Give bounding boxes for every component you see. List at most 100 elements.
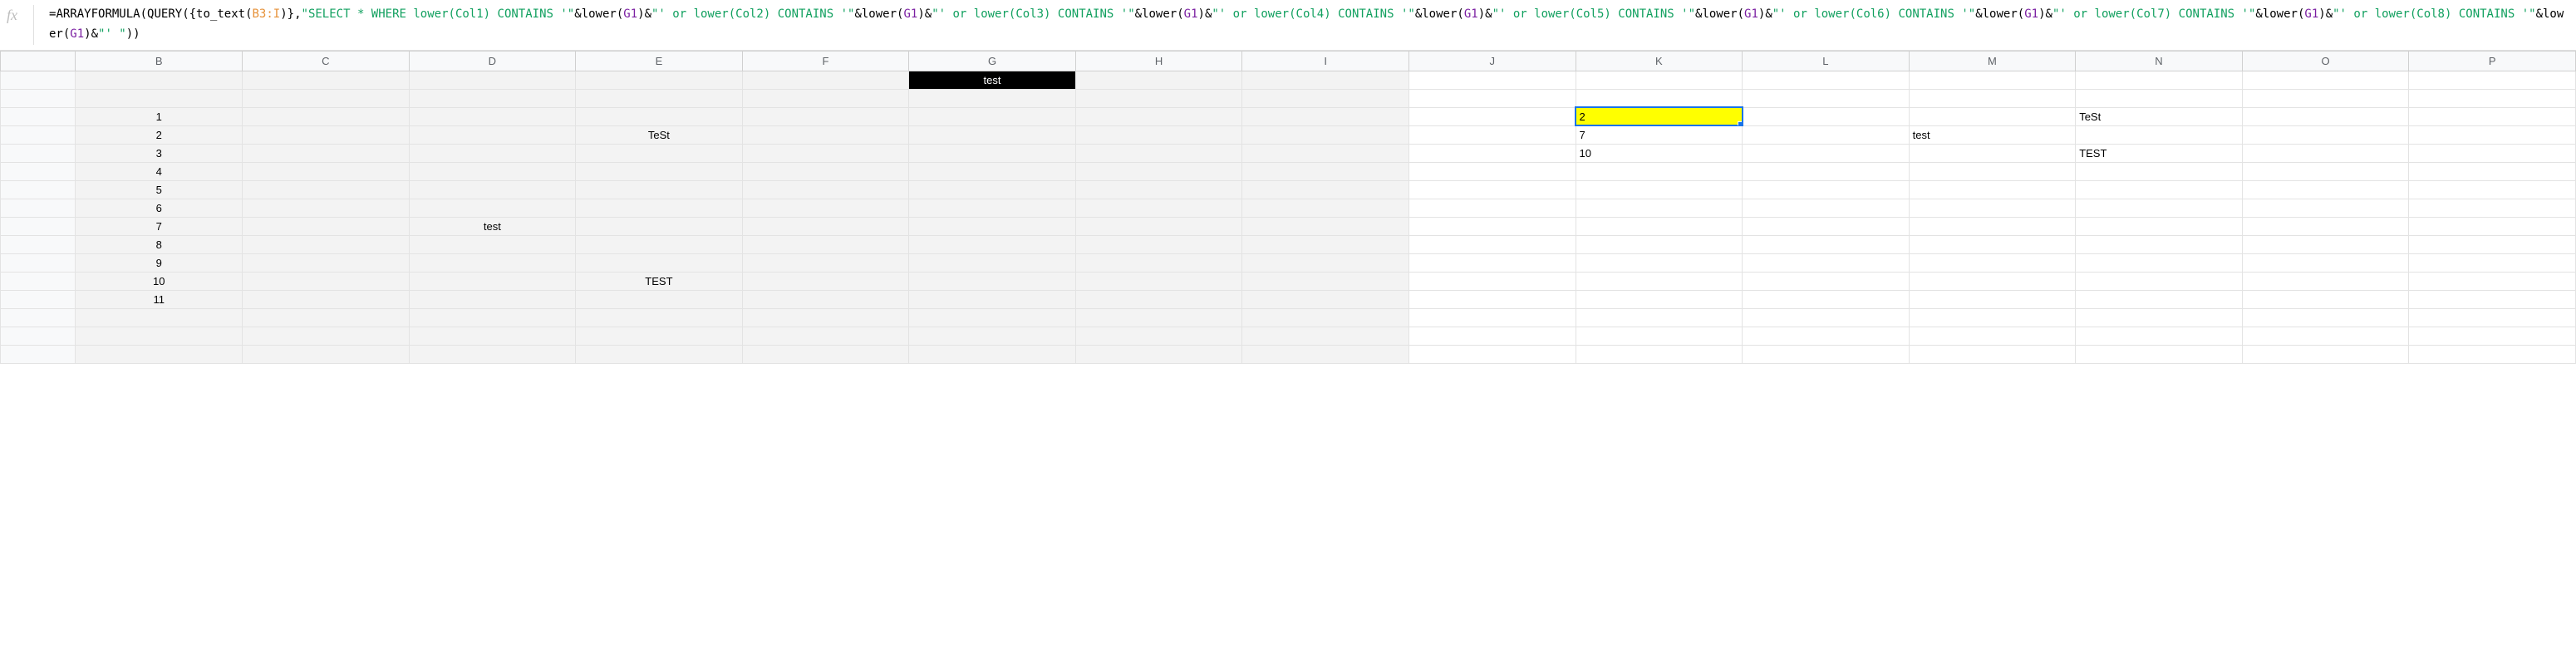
cell[interactable] <box>1909 272 2076 290</box>
cell[interactable]: test <box>909 71 1076 89</box>
cell[interactable] <box>1576 253 1743 272</box>
cell[interactable] <box>576 253 743 272</box>
cell[interactable] <box>76 71 243 89</box>
cell[interactable] <box>576 71 743 89</box>
cell[interactable] <box>2076 89 2243 107</box>
column-header[interactable]: L <box>1743 51 1910 71</box>
cell[interactable] <box>2409 199 2576 217</box>
cell[interactable] <box>909 144 1076 162</box>
cell[interactable] <box>2409 180 2576 199</box>
cell[interactable] <box>2242 125 2409 144</box>
cell[interactable] <box>909 125 1076 144</box>
cell[interactable] <box>742 290 909 308</box>
cell[interactable] <box>576 290 743 308</box>
cell[interactable]: 7 <box>1576 125 1743 144</box>
cell[interactable] <box>1743 180 1910 199</box>
spreadsheet-grid[interactable]: BCDEFGHIJKLMNOP test12TeSt2TeSt7test310T… <box>0 51 2576 364</box>
cell[interactable] <box>2242 235 2409 253</box>
column-header[interactable]: O <box>2242 51 2409 71</box>
cell[interactable] <box>1743 199 1910 217</box>
corner-cell[interactable] <box>1 51 76 71</box>
cell[interactable] <box>1576 235 1743 253</box>
cell[interactable] <box>409 180 576 199</box>
cell[interactable] <box>742 162 909 180</box>
row-stub[interactable] <box>1 217 76 235</box>
cell[interactable] <box>2242 107 2409 125</box>
cell[interactable] <box>2409 125 2576 144</box>
cell[interactable] <box>243 199 410 217</box>
column-header[interactable]: J <box>1408 51 1576 71</box>
cell[interactable] <box>1075 71 1242 89</box>
cell[interactable] <box>909 345 1076 363</box>
cell[interactable]: 3 <box>76 144 243 162</box>
cell[interactable] <box>1909 180 2076 199</box>
cell[interactable] <box>742 308 909 327</box>
cell[interactable] <box>1242 308 1409 327</box>
cell[interactable] <box>742 89 909 107</box>
cell[interactable] <box>909 199 1076 217</box>
cell[interactable] <box>409 345 576 363</box>
cell[interactable] <box>409 144 576 162</box>
cell[interactable] <box>76 89 243 107</box>
cell[interactable] <box>1743 217 1910 235</box>
cell[interactable] <box>2242 199 2409 217</box>
formula-input[interactable]: =ARRAYFORMULA(QUERY({to_text(B3:I)},"SEL… <box>33 5 2569 45</box>
cell[interactable] <box>1909 217 2076 235</box>
cell[interactable]: TEST <box>576 272 743 290</box>
cell[interactable] <box>409 253 576 272</box>
cell[interactable] <box>576 199 743 217</box>
cell[interactable] <box>742 327 909 345</box>
cell[interactable] <box>243 308 410 327</box>
cell[interactable] <box>742 199 909 217</box>
row-stub[interactable] <box>1 327 76 345</box>
cell[interactable] <box>1242 89 1409 107</box>
cell[interactable] <box>909 180 1076 199</box>
cell[interactable] <box>1576 308 1743 327</box>
cell[interactable] <box>2076 180 2243 199</box>
cell[interactable]: 2 <box>76 125 243 144</box>
cell[interactable] <box>1408 327 1576 345</box>
cell[interactable] <box>1242 162 1409 180</box>
column-header[interactable]: M <box>1909 51 2076 71</box>
column-header[interactable]: K <box>1576 51 1743 71</box>
cell[interactable] <box>409 125 576 144</box>
cell[interactable]: 10 <box>76 272 243 290</box>
cell[interactable] <box>1242 107 1409 125</box>
cell[interactable] <box>409 107 576 125</box>
column-header[interactable]: D <box>409 51 576 71</box>
cell[interactable] <box>576 89 743 107</box>
cell[interactable] <box>243 180 410 199</box>
cell[interactable] <box>576 144 743 162</box>
row-stub[interactable] <box>1 199 76 217</box>
cell[interactable] <box>2076 308 2243 327</box>
cell[interactable] <box>1242 125 1409 144</box>
cell[interactable]: 10 <box>1576 144 1743 162</box>
cell[interactable] <box>2076 327 2243 345</box>
cell[interactable] <box>2242 253 2409 272</box>
cell[interactable] <box>1743 327 1910 345</box>
cell[interactable] <box>243 144 410 162</box>
cell[interactable] <box>1408 125 1576 144</box>
column-header[interactable]: N <box>2076 51 2243 71</box>
cell[interactable] <box>1075 107 1242 125</box>
cell[interactable] <box>243 272 410 290</box>
cell[interactable] <box>243 235 410 253</box>
cell[interactable] <box>409 235 576 253</box>
cell[interactable]: 11 <box>76 290 243 308</box>
cell[interactable] <box>1743 235 1910 253</box>
column-header[interactable]: G <box>909 51 1076 71</box>
cell[interactable]: TeSt <box>576 125 743 144</box>
cell[interactable] <box>742 217 909 235</box>
cell[interactable] <box>1743 290 1910 308</box>
cell[interactable] <box>1743 162 1910 180</box>
column-header[interactable]: H <box>1075 51 1242 71</box>
cell[interactable] <box>2242 162 2409 180</box>
cell[interactable] <box>409 327 576 345</box>
cell[interactable] <box>1075 290 1242 308</box>
cell[interactable] <box>1576 217 1743 235</box>
cell[interactable]: TEST <box>2076 144 2243 162</box>
column-header[interactable]: E <box>576 51 743 71</box>
cell[interactable] <box>2409 71 2576 89</box>
cell[interactable] <box>1075 308 1242 327</box>
cell[interactable] <box>2242 290 2409 308</box>
